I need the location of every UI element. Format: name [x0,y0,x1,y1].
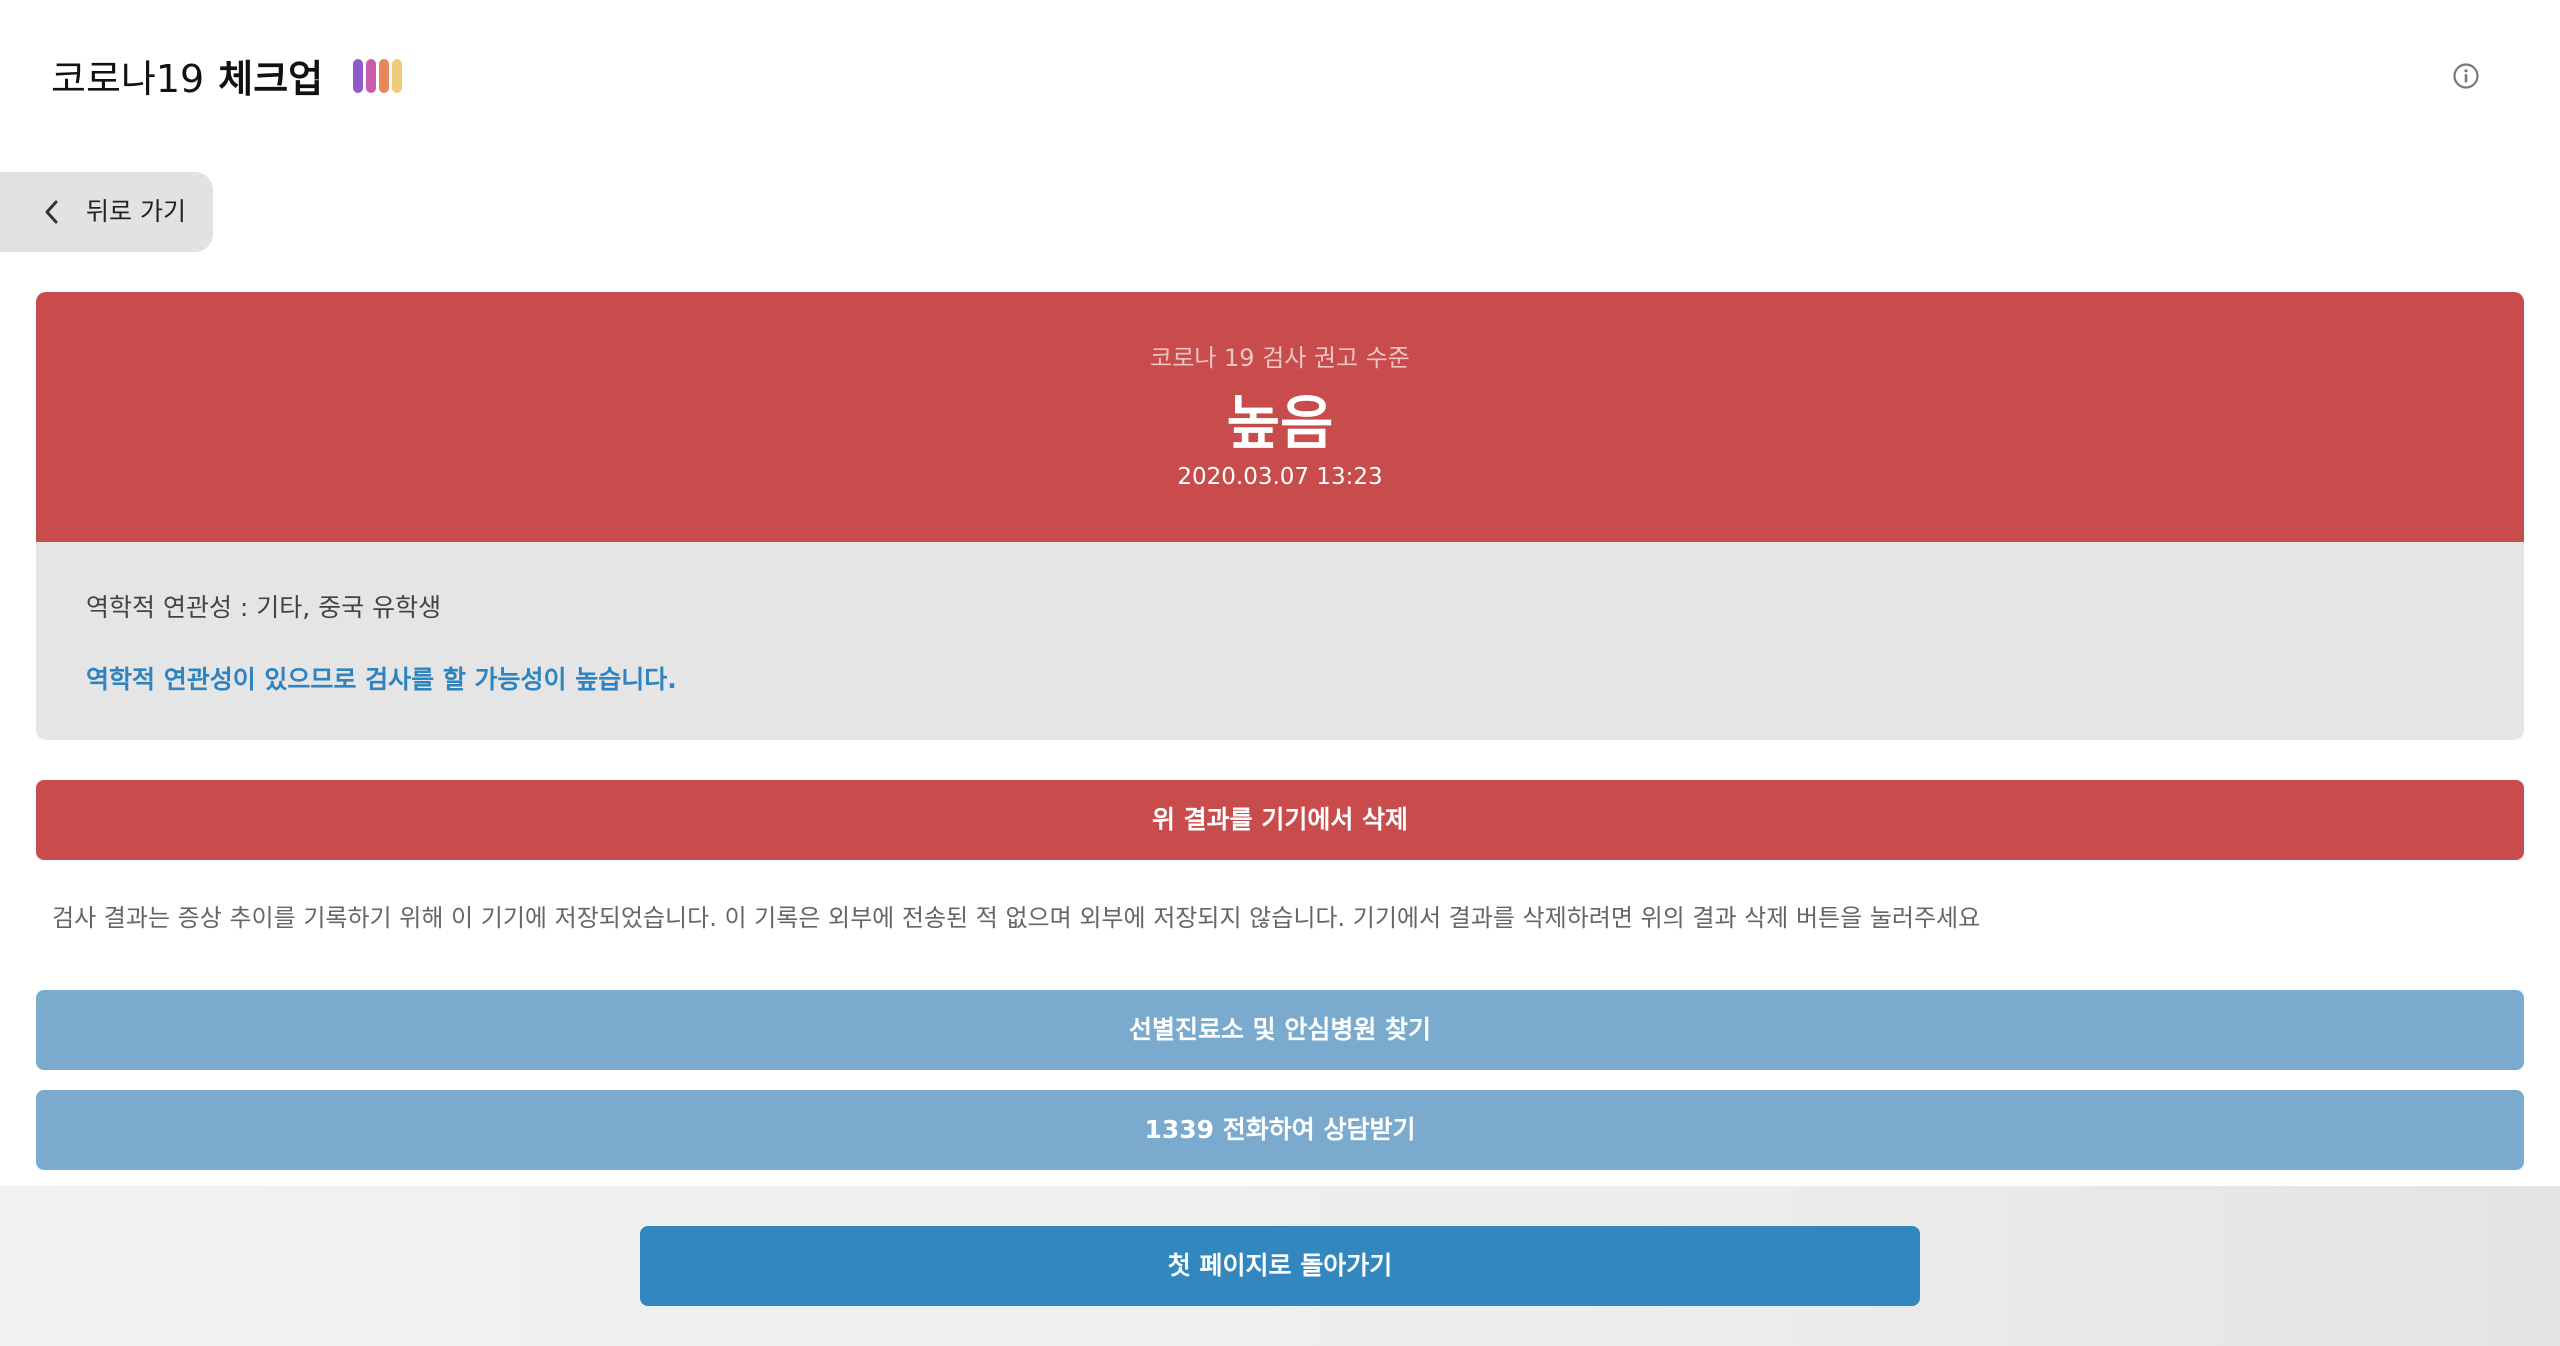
home-button[interactable]: 첫 페이지로 돌아가기 [640,1226,1920,1306]
app-title-bold: 체크업 [218,57,324,101]
call-1339-button[interactable]: 1339 전화하여 상담받기 [36,1090,2524,1170]
result-date: 2020.03.07 13:23 [1177,464,1383,490]
info-circle-icon[interactable] [2452,62,2480,90]
result-level: 높음 [1226,389,1334,457]
back-button-label: 뒤로 가기 [86,197,186,226]
delete-result-button[interactable]: 위 결과를 기기에서 삭제 [36,780,2524,860]
app-header: 코로나19 체크업 [0,0,2560,150]
back-button[interactable]: 뒤로 가기 [0,172,213,252]
find-clinic-button[interactable]: 선별진료소 및 안심병원 찾기 [36,990,2524,1070]
result-card: 코로나 19 검사 권고 수준 높음 2020.03.07 13:23 역학적 … [36,292,2524,740]
result-detail: 역학적 연관성 : 기타, 중국 유학생 [86,593,442,622]
chevron-left-icon [45,200,58,224]
result-subtitle: 코로나 19 검사 권고 수준 [1150,344,1410,372]
storage-note: 검사 결과는 증상 추이를 기록하기 위해 이 기기에 저장되었습니다. 이 기… [52,904,1981,932]
app-logo[interactable]: 코로나19 체크업 [51,48,403,103]
result-note: 역학적 연관성이 있으므로 검사를 할 가능성이 높습니다. [86,665,677,694]
logo-bars-icon [353,58,403,93]
result-banner: 코로나 19 검사 권고 수준 높음 2020.03.07 13:23 [36,292,2524,542]
footer-bar: 첫 페이지로 돌아가기 [0,1186,2560,1346]
app-title-light: 코로나19 [51,57,205,101]
